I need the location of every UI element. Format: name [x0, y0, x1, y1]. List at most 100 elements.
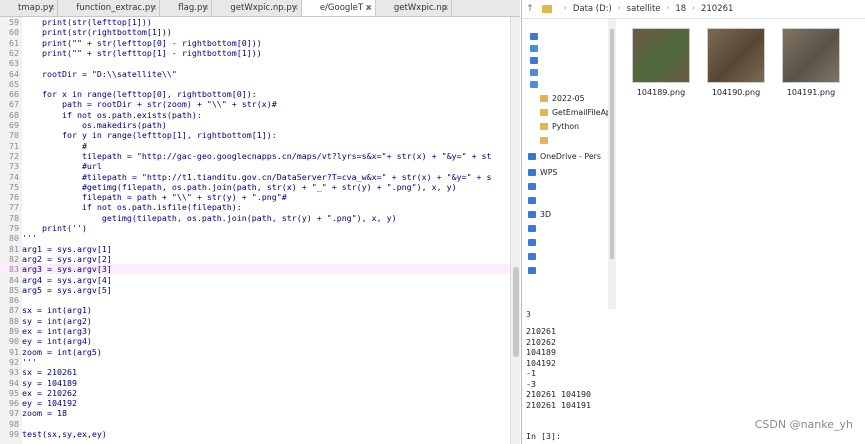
up-arrow-icon[interactable]: ↑	[522, 4, 538, 14]
file-item[interactable]: 104189.png	[632, 28, 690, 102]
code-line[interactable]: 77 if not os.path.isfile(filepath):	[0, 202, 510, 213]
file-thumbnail[interactable]	[632, 28, 690, 83]
code-line[interactable]: 89 ex = int(arg3)	[0, 326, 510, 337]
code-line[interactable]: 76 filepath = path + "\\" + str(y) + ".p…	[0, 192, 510, 203]
nav-item[interactable]: Python	[540, 121, 579, 133]
code-line[interactable]: 67 path = rootDir + str(zoom) + "\\" + s…	[0, 99, 510, 110]
status-bar-item-count: 3	[526, 310, 531, 319]
code-line[interactable]: 90 ey = int(arg4)	[0, 336, 510, 347]
nav-item[interactable]	[530, 79, 542, 91]
code-line[interactable]: 71 #	[0, 140, 510, 151]
breadcrumb-item[interactable]: Data (D:)	[573, 4, 612, 14]
code-line[interactable]: 97 zoom = 18	[0, 408, 510, 419]
editor-tab[interactable]: flag.py ×	[160, 0, 213, 16]
code-line[interactable]: 74 #tilepath = "http://t1.tianditu.gov.c…	[0, 171, 510, 182]
code-line[interactable]: 96 ey = 104192	[0, 398, 510, 409]
line-number: 90	[0, 336, 22, 347]
code-line[interactable]: 61 print("" + str(lefttop[0] - rightbott…	[0, 37, 510, 48]
code-line[interactable]: 62 print("" + str(lefttop[1] - rightbott…	[0, 47, 510, 59]
editor-tab[interactable]: tmap.py ×	[0, 0, 59, 16]
code-line[interactable]: 66 for x in range(lefttop[0], rightbotto…	[0, 89, 510, 100]
file-item[interactable]: 104190.png	[707, 28, 765, 102]
file-item[interactable]: 104191.png	[782, 28, 840, 102]
nav-item[interactable]: 2022-05	[540, 93, 585, 105]
address-bar[interactable]: ↑ › Data (D:) › satellite › 18 › 210261	[522, 0, 865, 19]
file-thumbnail[interactable]	[782, 28, 840, 83]
close-tab-icon[interactable]: ×	[442, 0, 449, 16]
code-line[interactable]: 84 arg4 = sys.argv[4]	[0, 274, 510, 285]
code-line[interactable]: 59 print(str(lefttop[1]))	[0, 17, 510, 28]
nav-item[interactable]	[530, 55, 542, 67]
code-line[interactable]: 78 getimg(tilepath, os.path.join(path, s…	[0, 212, 510, 223]
close-tab-icon[interactable]: ×	[151, 0, 158, 16]
navigation-scrollbar[interactable]	[608, 19, 616, 309]
code-editor[interactable]: tmap.py × function_extrac.py × flag.py × getWx…	[0, 0, 520, 444]
line-number: 65	[0, 78, 22, 90]
code-line[interactable]: 99 test(sx,sy,ex,ey)	[0, 429, 510, 440]
nav-item[interactable]	[528, 181, 540, 193]
watermark: CSDN @nanke_yh	[754, 418, 853, 431]
breadcrumb[interactable]: › Data (D:) › satellite › 18 › 210261	[558, 4, 739, 14]
code-line[interactable]: 81 arg1 = sys.argv[1]	[0, 243, 510, 254]
nav-item[interactable]	[540, 135, 552, 147]
code-line[interactable]: 93 sx = 210261	[0, 367, 510, 378]
nav-item[interactable]: GetEmailFileAp	[540, 107, 611, 119]
nav-item[interactable]: WPS	[528, 167, 557, 179]
code-line[interactable]: 63	[0, 58, 510, 69]
file-thumbnail[interactable]	[707, 28, 765, 83]
nav-item[interactable]	[528, 237, 540, 249]
code-line[interactable]: 87 sx = int(arg1)	[0, 305, 510, 316]
editor-tab[interactable]: getWxpic.np.py ×	[212, 0, 302, 16]
nav-item[interactable]	[528, 251, 540, 263]
line-number: 76	[0, 192, 22, 203]
code-line[interactable]: 85 arg5 = sys.argv[5]	[0, 284, 510, 296]
nav-item-label: GetEmailFileAp	[552, 108, 611, 117]
code-line[interactable]: 60 print(str(rightbottom[1]))	[0, 27, 510, 38]
code-line[interactable]: 94 sy = 104189	[0, 377, 510, 388]
code-line[interactable]: 79 print('')	[0, 223, 510, 234]
close-tab-icon[interactable]: ×	[292, 0, 299, 16]
editor-scrollbar-thumb[interactable]	[513, 267, 519, 357]
console-line: -3	[526, 378, 536, 389]
code-line[interactable]: 86	[0, 295, 510, 306]
code-line[interactable]: 75 #getimg(filepath, os.path.join(path, …	[0, 181, 510, 193]
editor-tab[interactable]: function_extrac.py ×	[58, 0, 161, 16]
nav-item[interactable]	[528, 223, 540, 235]
close-tab-icon[interactable]: ×	[203, 0, 210, 16]
nav-item-icon	[528, 239, 536, 246]
nav-item[interactable]	[528, 265, 540, 277]
nav-item-icon	[540, 137, 548, 144]
code-line[interactable]: 64 rootDir = "D:\\satellite\\"	[0, 68, 510, 79]
code-line[interactable]: 98	[0, 418, 510, 429]
breadcrumb-item[interactable]: 210261	[701, 4, 733, 14]
code-line[interactable]: 91 zoom = int(arg5)	[0, 346, 510, 357]
code-line[interactable]: 80 '''	[0, 233, 510, 244]
nav-item[interactable]: 3D	[528, 209, 551, 221]
code-line[interactable]: 65	[0, 78, 510, 90]
editor-tab[interactable]: e/GoogleT x ×	[301, 0, 376, 16]
close-tab-icon[interactable]: ×	[366, 0, 373, 16]
code-line[interactable]: 68 if not os.path.exists(path):	[0, 109, 510, 120]
editor-scrollbar[interactable]	[510, 17, 520, 444]
code-line[interactable]: 73 #url	[0, 161, 510, 172]
breadcrumb-item[interactable]: 18	[675, 4, 686, 14]
code-line[interactable]: 82 arg2 = sys.argv[2]	[0, 253, 510, 265]
code-line[interactable]: 72 tilepath = "http://gac-geo.googlecnap…	[0, 150, 510, 162]
nav-item-icon	[530, 33, 538, 40]
code-line[interactable]: 92 '''	[0, 356, 510, 368]
code-line[interactable]: 95 ex = 210262	[0, 387, 510, 399]
editor-tab[interactable]: getWxpic.np ×	[376, 0, 453, 16]
close-tab-icon[interactable]: ×	[49, 0, 56, 16]
code-line[interactable]: 83 arg3 = sys.argv[3]	[0, 264, 510, 275]
breadcrumb-item[interactable]: satellite	[627, 4, 661, 14]
nav-item[interactable]	[530, 43, 542, 55]
nav-item[interactable]	[530, 67, 542, 79]
code-line[interactable]: 69 os.makedirs(path)	[0, 120, 510, 131]
nav-item[interactable]: OneDrive - Pers	[528, 151, 601, 163]
nav-item[interactable]	[528, 195, 540, 207]
code-line[interactable]: 88 sy = int(arg2)	[0, 315, 510, 326]
code-line[interactable]: 70 for y in range(lefttop[1], rightbotto…	[0, 130, 510, 141]
nav-item[interactable]	[530, 31, 542, 43]
line-number: 81	[0, 243, 22, 254]
navigation-scrollbar-thumb[interactable]	[610, 29, 614, 259]
